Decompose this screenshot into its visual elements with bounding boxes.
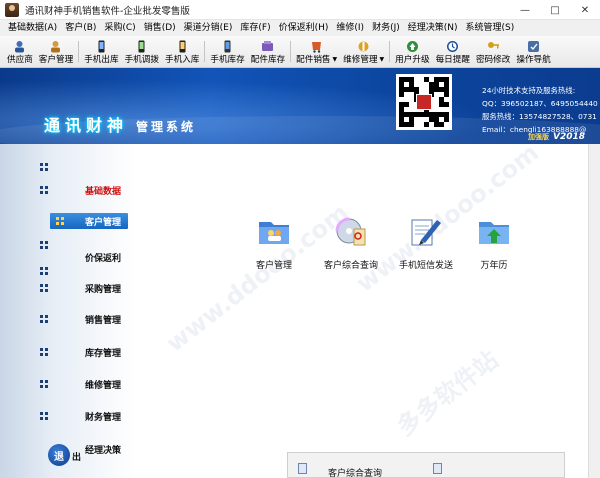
toolbar-customer-button[interactable]: 客户管理 bbox=[36, 36, 76, 68]
exit-label: 出 bbox=[72, 453, 82, 463]
nav-item-price-rebate[interactable]: 价保返利 bbox=[0, 242, 136, 275]
grid-dots-icon bbox=[40, 315, 48, 323]
window-controls: — □ ✕ bbox=[510, 0, 600, 20]
grid-dots-icon bbox=[40, 186, 48, 194]
phone-out-icon bbox=[95, 40, 108, 53]
nav-item-finance[interactable]: 财务管理 bbox=[0, 401, 136, 431]
grid-dots-icon bbox=[56, 217, 64, 225]
toolbar-navigation-button[interactable]: 操作导航 bbox=[513, 36, 553, 68]
window-title: 通讯财神手机销售软件-企业批发零售版 bbox=[25, 5, 190, 17]
supplier-icon bbox=[13, 40, 26, 53]
version-label: V2018 bbox=[553, 132, 586, 142]
nav-item-sales[interactable]: 销售管理 bbox=[0, 304, 136, 334]
toolbar-reminder-button[interactable]: 每日提醒 bbox=[433, 36, 473, 68]
toolbar-phone-transfer-button[interactable]: 手机调拨 bbox=[122, 36, 162, 68]
menu-purchase[interactable]: 采购(C) bbox=[100, 20, 139, 36]
menu-distribution[interactable]: 渠道分销(E) bbox=[180, 20, 237, 36]
menu-inventory[interactable]: 库存(F) bbox=[236, 20, 274, 36]
toolbar-parts-stock-button[interactable]: 配件库存 bbox=[248, 36, 288, 68]
qr-logo bbox=[416, 94, 432, 110]
support-qq: QQ：396502187、6495054440 bbox=[482, 99, 598, 108]
nav-item-purchase[interactable]: 采购管理 bbox=[0, 273, 136, 303]
bottom-panel: 客户综合查询 bbox=[287, 452, 565, 478]
app-logo-icon bbox=[5, 2, 19, 17]
document-icon bbox=[433, 463, 442, 474]
exit-button[interactable]: 退 bbox=[48, 444, 70, 466]
document-icon bbox=[298, 463, 307, 474]
minimize-button[interactable]: — bbox=[510, 0, 540, 20]
parts-sale-icon bbox=[310, 40, 323, 53]
menu-base-data[interactable]: 基础数据(A) bbox=[4, 20, 61, 36]
func-calendar[interactable]: 万年历 bbox=[454, 214, 534, 271]
toolbar-separator bbox=[204, 41, 206, 62]
main-content: www.ddooo.com www.ddooo.com 多多软件站 客户管理 客… bbox=[136, 138, 600, 478]
folder-people-icon bbox=[257, 214, 291, 248]
chevron-down-icon: ▼ bbox=[332, 55, 338, 63]
menu-manager-decision[interactable]: 经理决策(N) bbox=[404, 20, 462, 36]
menu-system[interactable]: 系统管理(S) bbox=[462, 20, 519, 36]
grid-dots-icon bbox=[40, 284, 48, 292]
brand-title: 通讯财神 bbox=[44, 116, 129, 135]
toolbar-phone-in-button[interactable]: 手机入库 bbox=[162, 36, 202, 68]
support-info: 24小时技术支持及服务热线: QQ：396502187、6495054440 服… bbox=[482, 84, 598, 136]
close-button[interactable]: ✕ bbox=[570, 0, 600, 20]
nav-item-inventory[interactable]: 库存管理 bbox=[0, 337, 136, 367]
toolbar-separator bbox=[290, 41, 292, 62]
support-hotline: 服务热线：13574827528、0731 bbox=[482, 112, 597, 121]
reminder-icon bbox=[446, 40, 459, 53]
grid-dots-icon bbox=[40, 348, 48, 356]
func-customer-query[interactable]: 客户综合查询 bbox=[311, 214, 391, 271]
toolbar-phone-stock-button[interactable]: 手机库存 bbox=[207, 36, 247, 68]
support-heading: 24小时技术支持及服务热线: bbox=[482, 86, 576, 95]
phone-stock-icon bbox=[221, 40, 234, 53]
vertical-scrollbar[interactable] bbox=[588, 144, 600, 478]
toolbar-phone-out-button[interactable]: 手机出库 bbox=[81, 36, 121, 68]
parts-stock-icon bbox=[261, 40, 274, 53]
grid-dots-icon bbox=[40, 412, 48, 420]
maximize-button[interactable]: □ bbox=[540, 0, 570, 20]
bottom-panel-label: 客户综合查询 bbox=[328, 469, 383, 478]
nav-item-repair[interactable]: 维修管理 bbox=[0, 369, 136, 399]
edition-badge: 加强版 bbox=[528, 133, 549, 141]
watermark: 多多软件站 bbox=[391, 345, 504, 442]
title-bar: 通讯财神手机销售软件-企业批发零售版 — □ ✕ bbox=[0, 0, 600, 20]
menu-bar: 基础数据(A) 客户(B) 采购(C) 销售(D) 渠道分销(E) 库存(F) … bbox=[0, 20, 600, 36]
brand-subtitle: 管理系统 bbox=[136, 120, 197, 134]
toolbar-supplier-button[interactable]: 供应商 bbox=[4, 36, 36, 68]
menu-price-rebate[interactable]: 价保返利(H) bbox=[275, 20, 333, 36]
menu-sales[interactable]: 销售(D) bbox=[140, 20, 180, 36]
left-nav: 基础数据 客户管理 价保返利 采购管理 销售管理 库存管理 维修管理 财务管理 … bbox=[0, 144, 136, 478]
phone-transfer-icon bbox=[135, 40, 148, 53]
nav-item-base-data[interactable]: 基础数据 bbox=[0, 175, 136, 205]
cd-search-icon bbox=[334, 214, 368, 248]
toolbar-separator bbox=[389, 41, 391, 62]
edition-info: 加强版 V2018 bbox=[528, 132, 585, 142]
toolbar-separator bbox=[78, 41, 80, 62]
phone-in-icon bbox=[176, 40, 189, 53]
chevron-down-icon: ▼ bbox=[379, 55, 385, 63]
customer-icon bbox=[49, 40, 62, 53]
toolbar: 供应商 客户管理 手机出库 手机调拨 手机入库 手机库存 配件库存 配件销售 ▼ … bbox=[0, 36, 600, 68]
menu-customer[interactable]: 客户(B) bbox=[61, 20, 100, 36]
brand-logo: 通讯财神 管理系统 bbox=[44, 112, 196, 136]
upgrade-icon bbox=[406, 40, 419, 53]
toolbar-upgrade-button[interactable]: 用户升级 bbox=[392, 36, 432, 68]
menu-repair[interactable]: 维修(I) bbox=[332, 20, 368, 36]
func-customer-management[interactable]: 客户管理 bbox=[234, 214, 314, 271]
grid-dots-icon bbox=[40, 163, 48, 171]
calendar-arrow-icon bbox=[477, 214, 511, 248]
qr-code-icon bbox=[396, 74, 452, 130]
sms-pen-icon bbox=[409, 214, 443, 248]
grid-dots-icon bbox=[40, 380, 48, 388]
toolbar-repair-button[interactable]: 维修管理 ▼ bbox=[340, 36, 387, 68]
repair-icon bbox=[357, 40, 370, 53]
menu-finance[interactable]: 财务(J) bbox=[368, 20, 404, 36]
navigation-icon bbox=[527, 40, 540, 53]
toolbar-parts-sale-button[interactable]: 配件销售 ▼ bbox=[293, 36, 340, 68]
toolbar-password-button[interactable]: 密码修改 bbox=[473, 36, 513, 68]
key-icon bbox=[487, 40, 500, 53]
